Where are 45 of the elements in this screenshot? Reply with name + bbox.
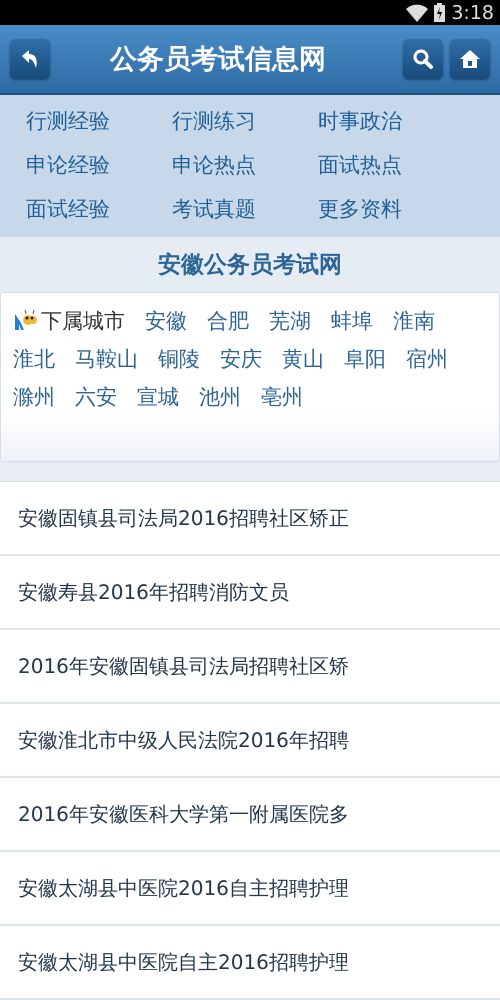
city-link[interactable]: 黄山 — [282, 344, 324, 373]
article-link[interactable]: 安徽太湖县中医院自主2016招聘护理 — [0, 926, 500, 1000]
city-link[interactable]: 马鞍山 — [75, 344, 138, 373]
wifi-icon — [406, 4, 428, 22]
article-link[interactable]: 安徽太湖县中医院2016自主招聘护理 — [0, 852, 500, 926]
city-link[interactable]: 淮南 — [393, 306, 435, 335]
battery-icon — [434, 3, 446, 22]
nav-link[interactable]: 考试真题 — [172, 187, 318, 232]
clock-time: 3:18 — [451, 2, 494, 24]
city-link[interactable]: 淮北 — [13, 344, 55, 373]
city-link[interactable]: 阜阳 — [344, 344, 386, 373]
app-title: 公务员考试信息网 — [110, 43, 327, 78]
article-link[interactable]: 2016年安徽固镇县司法局招聘社区矫 — [0, 630, 500, 704]
search-button[interactable] — [403, 39, 443, 80]
city-link[interactable]: 六安 — [75, 382, 117, 411]
home-button[interactable] — [450, 39, 490, 80]
city-link[interactable]: 池州 — [199, 382, 241, 411]
city-link[interactable]: 芜湖 — [269, 306, 311, 335]
nav-link[interactable]: 申论热点 — [172, 143, 318, 188]
city-link[interactable]: 宣城 — [137, 382, 179, 411]
city-link[interactable]: 铜陵 — [158, 344, 200, 373]
article-link[interactable]: 2016年安徽医科大学第一附属医院多 — [0, 778, 500, 852]
nav-link[interactable]: 面试经验 — [26, 187, 172, 232]
cities-label: 下属城市 — [41, 308, 125, 335]
back-button[interactable] — [10, 39, 50, 80]
search-icon — [412, 48, 434, 70]
section-title: 安徽公务员考试网 — [158, 250, 342, 280]
article-link[interactable]: 安徽淮北市中级人民法院2016年招聘 — [0, 704, 500, 778]
nav-link[interactable]: 行测练习 — [172, 99, 318, 144]
article-link[interactable]: 安徽固镇县司法局2016招聘社区矫正 — [0, 482, 500, 556]
city-link[interactable]: 宿州 — [406, 344, 448, 373]
bee-icon — [13, 310, 37, 332]
home-icon — [459, 48, 481, 70]
city-link[interactable]: 合肥 — [207, 306, 249, 335]
city-link[interactable]: 滁州 — [13, 382, 55, 411]
city-link[interactable]: 蚌埠 — [331, 306, 373, 335]
city-link[interactable]: 安庆 — [220, 344, 262, 373]
nav-link[interactable]: 申论经验 — [26, 143, 172, 188]
nav-link[interactable]: 行测经验 — [26, 99, 172, 144]
nav-link[interactable]: 更多资料 — [318, 187, 464, 232]
city-link[interactable]: 安徽 — [145, 306, 187, 335]
nav-link[interactable]: 面试热点 — [318, 143, 464, 188]
city-link[interactable]: 亳州 — [261, 382, 303, 411]
nav-link[interactable]: 时事政治 — [318, 99, 464, 144]
article-link[interactable]: 安徽寿县2016年招聘消防文员 — [0, 556, 500, 630]
